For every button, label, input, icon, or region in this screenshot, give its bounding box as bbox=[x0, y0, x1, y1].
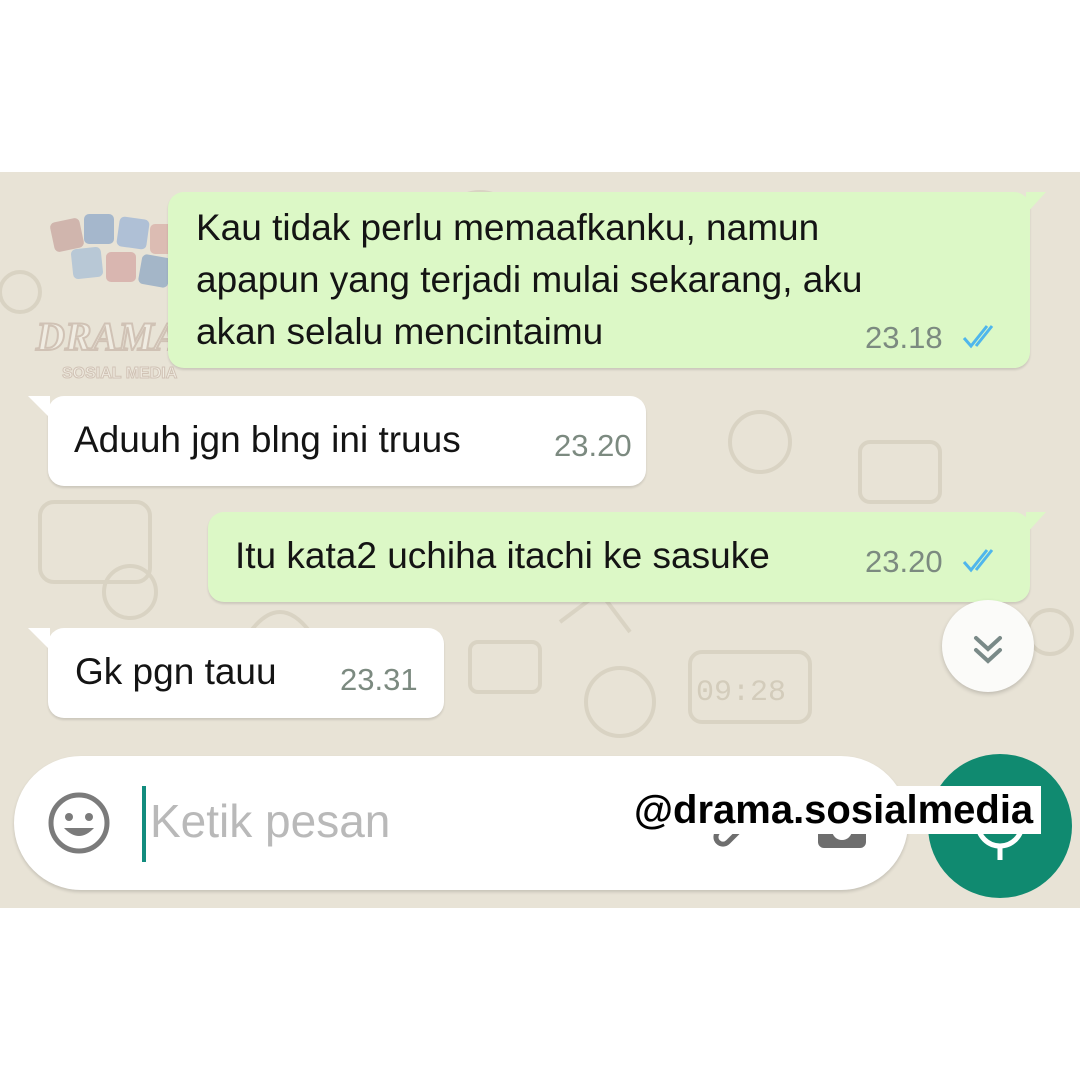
double-check-icon bbox=[962, 549, 994, 573]
emoji-icon[interactable] bbox=[44, 788, 114, 858]
double-check-icon bbox=[962, 325, 994, 349]
account-watermark: @drama.sosialmedia bbox=[630, 786, 1042, 834]
message-text: Gk pgn tauu bbox=[75, 651, 277, 692]
svg-text:DRAMA: DRAMA bbox=[35, 314, 181, 359]
message-text: Itu kata2 uchiha itachi ke sasuke bbox=[235, 535, 770, 576]
message-time: 23.20 bbox=[554, 428, 632, 463]
incoming-message[interactable]: Aduuh jgn blng ini truus 23.20 bbox=[48, 396, 646, 486]
message-text: Kau tidak perlu memaafkanku, namun apapu… bbox=[196, 207, 863, 352]
message-input[interactable]: Ketik pesan bbox=[150, 794, 390, 848]
message-time: 23.18 bbox=[865, 320, 943, 355]
outgoing-message[interactable]: Itu kata2 uchiha itachi ke sasuke 23.20 bbox=[208, 512, 1030, 602]
outgoing-message[interactable]: Kau tidak perlu memaafkanku, namun apapu… bbox=[168, 192, 1030, 368]
scroll-to-bottom-button[interactable] bbox=[942, 600, 1034, 692]
message-time: 23.31 bbox=[340, 662, 418, 697]
bubble-tail bbox=[28, 396, 50, 418]
bubble-tail bbox=[28, 628, 50, 650]
chevron-double-down-icon bbox=[974, 636, 1002, 664]
bubble-tail bbox=[1026, 192, 1046, 214]
chat-area: 09:28 DRAMA SOSIAL MEDIA Kau tidak perlu… bbox=[0, 172, 1080, 908]
svg-text:SOSIAL MEDIA: SOSIAL MEDIA bbox=[62, 365, 178, 382]
bubble-tail bbox=[1026, 512, 1046, 534]
incoming-message[interactable]: Gk pgn tauu 23.31 bbox=[48, 628, 444, 718]
message-time: 23.20 bbox=[865, 544, 943, 579]
message-text: Aduuh jgn blng ini truus bbox=[74, 419, 461, 460]
svg-text:09:28: 09:28 bbox=[696, 676, 786, 710]
text-cursor bbox=[142, 786, 146, 862]
